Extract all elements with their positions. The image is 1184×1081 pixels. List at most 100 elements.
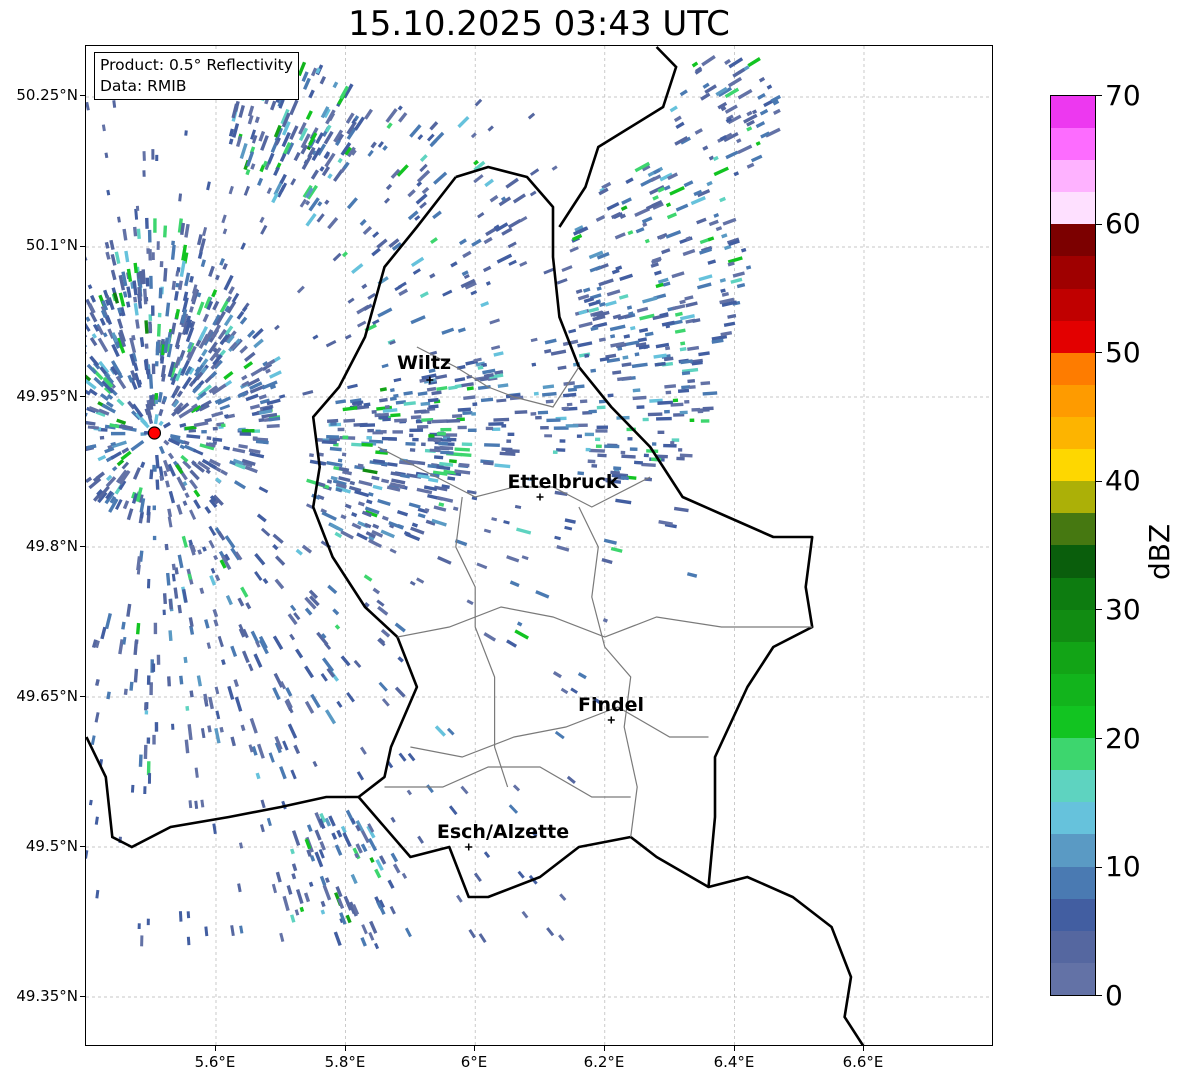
reflectivity-echo (239, 432, 252, 436)
reflectivity-echo (432, 210, 442, 220)
reflectivity-echo (130, 440, 145, 452)
reflectivity-echo (144, 702, 148, 711)
radar-map[interactable] (85, 45, 993, 1046)
reflectivity-echo (670, 441, 675, 445)
reflectivity-echo (347, 297, 355, 304)
reflectivity-echo (86, 316, 91, 322)
reflectivity-echo (531, 362, 537, 367)
colorbar-unit-label: dBZ (1143, 523, 1176, 580)
reflectivity-echo (239, 345, 249, 354)
reflectivity-echo (236, 310, 245, 320)
reflectivity-echo (333, 931, 342, 946)
reflectivity-echo (332, 608, 340, 616)
reflectivity-echo (330, 422, 337, 426)
reflectivity-echo (154, 399, 159, 405)
reflectivity-echo (197, 356, 204, 363)
colorbar-segment (1051, 545, 1095, 578)
reflectivity-echo (694, 128, 703, 135)
reflectivity-echo (431, 419, 448, 424)
reflectivity-echo (266, 152, 275, 165)
reflectivity-echo (135, 622, 141, 635)
reflectivity-echo (317, 201, 323, 207)
reflectivity-echo (252, 436, 258, 440)
reflectivity-echo (153, 218, 157, 233)
reflectivity-echo (266, 424, 280, 429)
reflectivity-echo (713, 212, 720, 218)
reflectivity-echo (239, 925, 244, 934)
reflectivity-echo (204, 619, 210, 629)
canton-border (455, 496, 509, 788)
lat-tick (80, 95, 85, 96)
reflectivity-echo (221, 214, 227, 224)
reflectivity-echo (86, 338, 88, 349)
reflectivity-echo (230, 736, 236, 747)
reflectivity-echo (454, 447, 470, 452)
reflectivity-echo (163, 225, 168, 238)
reflectivity-echo (319, 841, 326, 851)
reflectivity-echo (493, 351, 504, 357)
reflectivity-echo (176, 504, 183, 515)
colorbar-tick (1096, 481, 1102, 482)
reflectivity-echo (407, 752, 416, 762)
reflectivity-echo (155, 154, 159, 161)
reflectivity-echo (707, 259, 717, 265)
reflectivity-echo (403, 390, 413, 396)
reflectivity-echo (312, 760, 318, 768)
reflectivity-echo (233, 480, 246, 490)
reflectivity-echo (361, 442, 373, 447)
canton-border (384, 766, 631, 798)
reflectivity-echo (419, 291, 429, 299)
reflectivity-echo (606, 202, 620, 211)
reflectivity-echo (327, 173, 333, 179)
reflectivity-echo (578, 309, 588, 316)
reflectivity-echo (132, 467, 142, 480)
reflectivity-echo (155, 454, 160, 469)
reflectivity-echo (104, 613, 112, 630)
reflectivity-echo (171, 563, 176, 571)
reflectivity-echo (86, 420, 96, 426)
reflectivity-echo (606, 289, 621, 297)
reflectivity-echo (567, 387, 578, 392)
colorbar (1050, 95, 1096, 996)
reflectivity-echo (295, 548, 303, 556)
reflectivity-echo (146, 675, 151, 685)
reflectivity-echo (676, 456, 685, 461)
reflectivity-echo (326, 479, 333, 484)
city-label-findel: Findel (577, 694, 645, 716)
reflectivity-echo (360, 937, 367, 947)
reflectivity-echo (487, 125, 494, 132)
reflectivity-echo (589, 265, 602, 273)
reflectivity-echo (250, 366, 264, 377)
reflectivity-echo (86, 101, 90, 111)
reflectivity-echo (184, 739, 190, 754)
colorbar-segment (1051, 481, 1095, 514)
colorbar-tick (1096, 738, 1102, 739)
reflectivity-echo (254, 116, 260, 124)
reflectivity-echo (312, 334, 319, 340)
reflectivity-echo (421, 442, 426, 447)
reflectivity-echo (417, 512, 426, 519)
reflectivity-echo (489, 318, 501, 325)
reflectivity-echo (299, 906, 305, 913)
reflectivity-echo (204, 506, 212, 514)
reflectivity-echo (342, 832, 352, 848)
reflectivity-echo (412, 437, 419, 442)
reflectivity-echo (448, 385, 458, 391)
reflectivity-echo (291, 863, 298, 872)
reflectivity-echo (228, 138, 234, 145)
reflectivity-echo (291, 830, 301, 846)
reflectivity-echo (596, 405, 606, 410)
reflectivity-echo (86, 322, 91, 332)
reflectivity-echo (188, 800, 193, 809)
reflectivity-echo (665, 390, 672, 395)
reflectivity-echo (178, 911, 183, 922)
colorbar-segment (1051, 706, 1095, 739)
reflectivity-echo (470, 290, 478, 296)
reflectivity-echo (516, 527, 532, 535)
lon-tick (215, 1046, 216, 1051)
reflectivity-echo (551, 165, 558, 171)
reflectivity-echo (336, 700, 343, 708)
reflectivity-echo (274, 324, 280, 331)
reflectivity-echo (398, 288, 409, 297)
reflectivity-echo (369, 857, 375, 864)
